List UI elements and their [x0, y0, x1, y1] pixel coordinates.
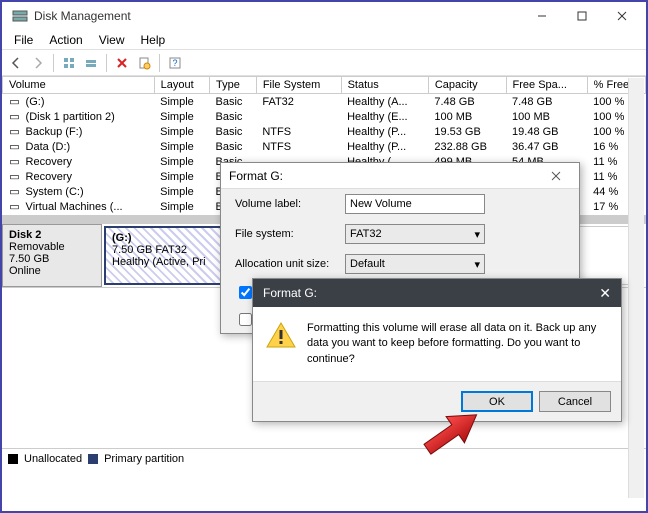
column-header[interactable]: Volume [3, 77, 155, 94]
disk-size: 7.50 GB [9, 253, 95, 265]
minimize-button[interactable] [522, 4, 562, 28]
volume-size: 7.50 GB FAT32 [112, 244, 216, 256]
confirm-dialog-title: Format G: [263, 286, 317, 300]
swatch-primary [88, 454, 98, 464]
allocation-label: Allocation unit size: [235, 258, 345, 270]
quick-format-checkbox[interactable] [239, 286, 252, 299]
table-row[interactable]: ▭ Data (D:)SimpleBasicNTFSHealthy (P...2… [3, 139, 646, 154]
legend-unallocated: Unallocated [24, 453, 82, 465]
view-icon[interactable] [59, 53, 79, 73]
legend: Unallocated Primary partition [2, 448, 646, 468]
menubar: File Action View Help [2, 30, 646, 50]
back-button[interactable] [6, 53, 26, 73]
delete-icon[interactable] [112, 53, 132, 73]
warning-icon [265, 321, 297, 349]
column-header[interactable]: Status [341, 77, 428, 94]
disk-name: Disk 2 [9, 229, 95, 241]
column-header[interactable]: Free Spa... [506, 77, 587, 94]
cancel-button[interactable]: Cancel [539, 391, 611, 412]
forward-button[interactable] [28, 53, 48, 73]
disk-info[interactable]: Disk 2 Removable 7.50 GB Online [2, 224, 102, 287]
confirm-message: Formatting this volume will erase all da… [307, 321, 609, 367]
format-dialog-title: Format G: [229, 169, 283, 183]
volume-label-input[interactable] [345, 194, 485, 214]
svg-text:?: ? [172, 58, 177, 68]
app-icon [12, 8, 28, 24]
swatch-unallocated [8, 454, 18, 464]
volume-label-label: Volume label: [235, 198, 345, 210]
volume-label: (G:) [112, 232, 216, 244]
toolbar: ? [2, 50, 646, 76]
volume-status: Healthy (Active, Pri [112, 256, 216, 268]
chevron-down-icon: ▾ [474, 228, 480, 241]
legend-primary: Primary partition [104, 453, 184, 465]
window-title: Disk Management [34, 9, 522, 23]
volume-box[interactable]: (G:) 7.50 GB FAT32 Healthy (Active, Pri [104, 226, 224, 285]
confirm-dialog: Format G: ✕ Formatting this volume will … [252, 278, 622, 422]
table-row[interactable]: ▭ (G:)SimpleBasicFAT32Healthy (A...7.48 … [3, 94, 646, 110]
properties-icon[interactable] [134, 53, 154, 73]
column-header[interactable]: Capacity [428, 77, 506, 94]
filesystem-select[interactable]: FAT32 ▾ [345, 224, 485, 244]
window-titlebar: Disk Management [2, 2, 646, 30]
menu-file[interactable]: File [6, 31, 41, 49]
disk-state: Online [9, 265, 95, 277]
maximize-button[interactable] [562, 4, 602, 28]
disk-type: Removable [9, 241, 95, 253]
menu-help[interactable]: Help [133, 31, 174, 49]
ok-button[interactable]: OK [461, 391, 533, 412]
help-icon[interactable]: ? [165, 53, 185, 73]
column-header[interactable]: File System [256, 77, 341, 94]
menu-action[interactable]: Action [41, 31, 90, 49]
vertical-scrollbar[interactable] [628, 78, 644, 498]
refresh-icon[interactable] [81, 53, 101, 73]
close-button[interactable] [602, 4, 642, 28]
column-header[interactable]: Type [210, 77, 257, 94]
menu-view[interactable]: View [91, 31, 133, 49]
chevron-down-icon: ▾ [474, 258, 480, 271]
confirm-dialog-close[interactable]: ✕ [599, 285, 611, 302]
enable-checkbox[interactable] [239, 313, 252, 326]
table-row[interactable]: ▭ (Disk 1 partition 2)SimpleBasicHealthy… [3, 109, 646, 124]
format-dialog-close[interactable] [541, 166, 571, 186]
filesystem-label: File system: [235, 228, 345, 240]
table-row[interactable]: ▭ Backup (F:)SimpleBasicNTFSHealthy (P..… [3, 124, 646, 139]
column-header[interactable]: Layout [154, 77, 209, 94]
allocation-select[interactable]: Default ▾ [345, 254, 485, 274]
